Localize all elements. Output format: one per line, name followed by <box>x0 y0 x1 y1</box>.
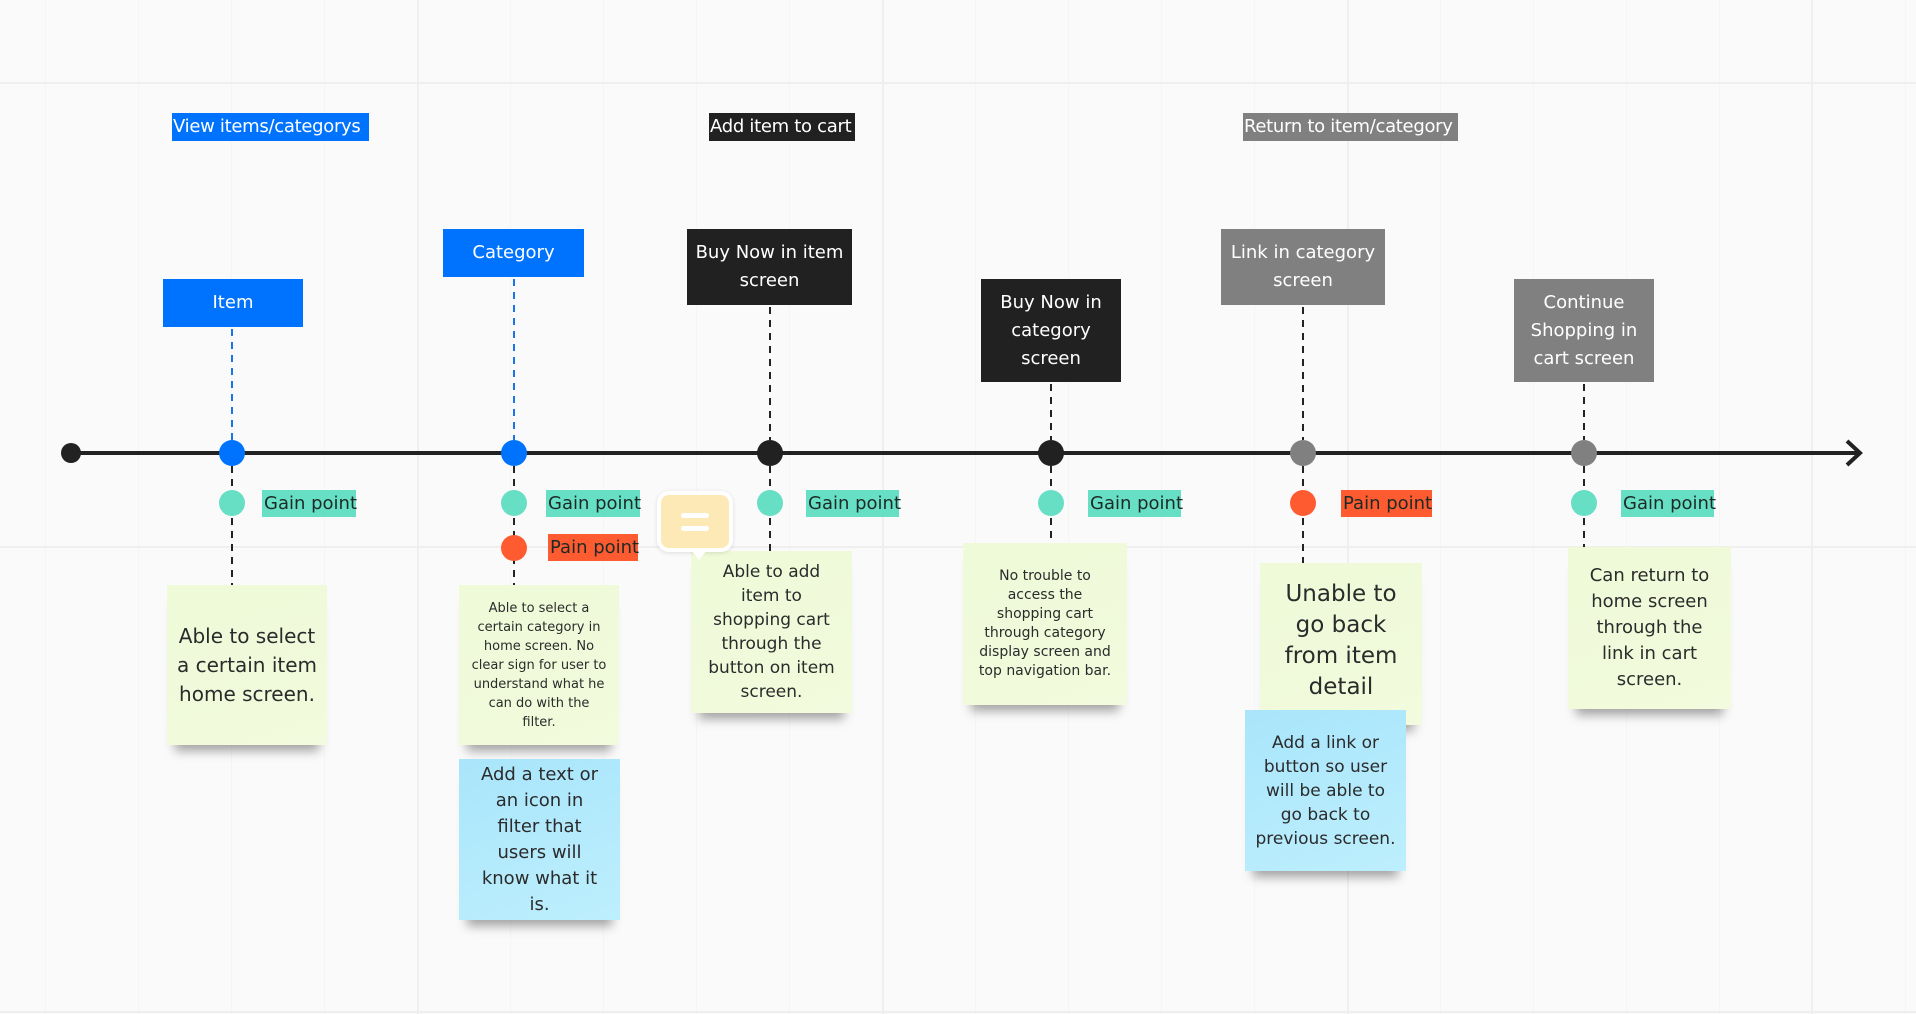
sticky-note-buy-now-item[interactable]: Able to add item to shopping cart throug… <box>691 551 852 713</box>
timeline-node-category[interactable] <box>501 440 527 466</box>
gain-dot <box>757 490 783 516</box>
gain-point-tag[interactable]: Gain point <box>262 490 357 517</box>
gain-point-tag[interactable]: Gain point <box>1621 490 1716 517</box>
timeline-node-continue[interactable] <box>1571 440 1597 466</box>
sticky-note-text: Able to add item to shopping cart throug… <box>708 562 835 702</box>
timeline-start-dot <box>61 443 81 463</box>
gain-point-tag[interactable]: Gain point <box>546 490 641 517</box>
sticky-note-continue[interactable]: Can return to home screen through the li… <box>1568 547 1731 709</box>
phase-label-add-to-cart[interactable]: Add item to cart <box>709 113 855 141</box>
gain-dot <box>1038 490 1064 516</box>
pain-point-tag[interactable]: Pain point <box>1341 490 1432 517</box>
pain-dot <box>501 535 527 561</box>
sticky-note-category[interactable]: Able to select a certain category in hom… <box>459 585 619 745</box>
gain-dot <box>1571 490 1597 516</box>
sticky-note-text: Can return to home screen through the li… <box>1589 565 1710 690</box>
phase-label-return[interactable]: Return to item/category <box>1243 113 1458 141</box>
sticky-note-link-category-suggestion[interactable]: Add a link or button so user will be abl… <box>1245 710 1406 871</box>
gain-point-tag[interactable]: Gain point <box>1088 490 1183 517</box>
step-item[interactable]: Item <box>163 279 303 327</box>
sticky-note-text: Unable to go back from item detail scree… <box>1284 581 1398 731</box>
sticky-note-text: Add a text or an icon in filter that use… <box>481 763 598 915</box>
sticky-note-text: Able to select a certain category in hom… <box>471 600 607 730</box>
comment-line <box>681 526 709 531</box>
gain-dot <box>501 490 527 516</box>
step-buy-now-category[interactable]: Buy Now in category screen <box>981 279 1121 382</box>
sticky-note-buy-now-category[interactable]: No trouble to access the shopping cart t… <box>963 543 1127 705</box>
step-link-category[interactable]: Link in category screen <box>1221 229 1385 305</box>
timeline-node-link-category[interactable] <box>1290 440 1316 466</box>
sticky-note-category-suggestion[interactable]: Add a text or an icon in filter that use… <box>459 759 620 920</box>
comment-line <box>681 513 709 518</box>
timeline-node-buy-now-category[interactable] <box>1038 440 1064 466</box>
comment-icon[interactable] <box>657 491 733 560</box>
gain-point-tag[interactable]: Gain point <box>806 490 901 517</box>
timeline-node-buy-now-item[interactable] <box>757 440 783 466</box>
sticky-note-text: Able to select a certain item home scree… <box>177 623 318 706</box>
pain-dot <box>1290 490 1316 516</box>
timeline-node-item[interactable] <box>219 440 245 466</box>
phase-label-view[interactable]: View items/categorys <box>172 113 369 141</box>
step-category[interactable]: Category <box>443 229 584 277</box>
comment-tail <box>691 550 707 560</box>
step-continue-shopping[interactable]: Continue Shopping in cart screen <box>1514 279 1654 382</box>
gain-dot <box>219 490 245 516</box>
step-buy-now-item[interactable]: Buy Now in item screen <box>687 229 852 305</box>
sticky-note-link-category[interactable]: Unable to go back from item detail scree… <box>1260 563 1422 731</box>
sticky-note-text: Add a link or button so user will be abl… <box>1255 732 1396 849</box>
sticky-note-text: No trouble to access the shopping cart t… <box>978 568 1112 679</box>
pain-point-tag[interactable]: Pain point <box>548 534 639 561</box>
sticky-note-item[interactable]: Able to select a certain item home scree… <box>167 585 327 745</box>
